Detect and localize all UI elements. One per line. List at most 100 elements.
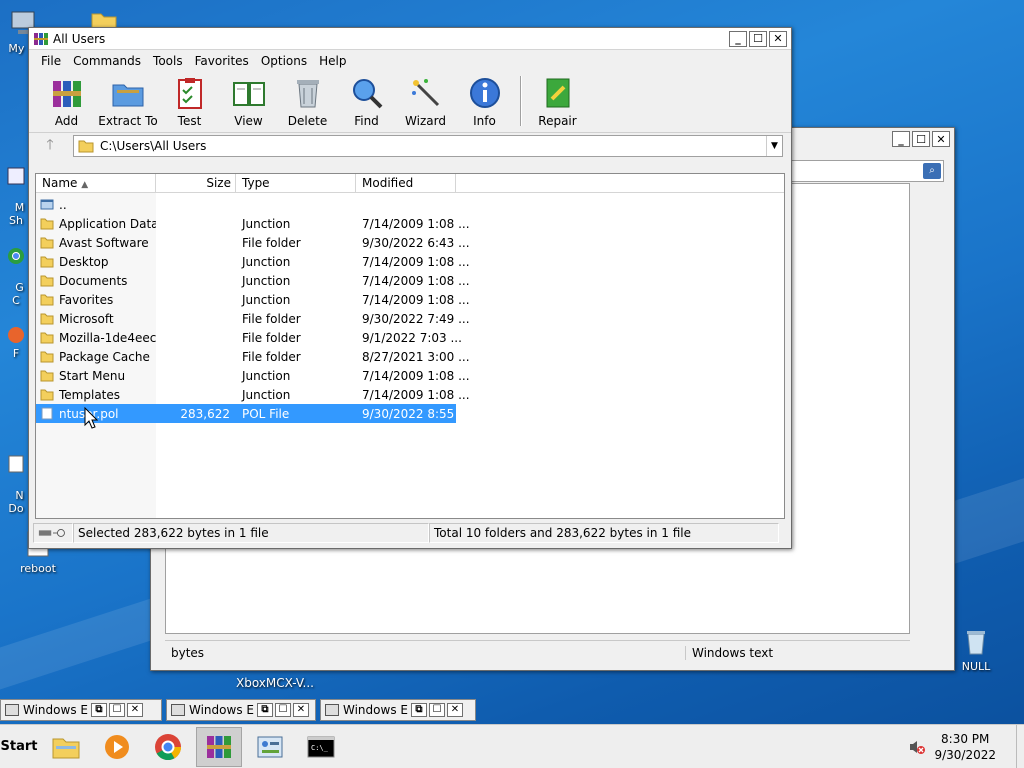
winrar-icon (34, 32, 48, 45)
restore-button[interactable]: ⧉ (257, 703, 273, 717)
menu-commands[interactable]: Commands (67, 54, 147, 68)
menu-favorites[interactable]: Favorites (189, 54, 255, 68)
toolbar-separator (520, 76, 522, 126)
desktop-icon-firefox[interactable]: F (4, 325, 28, 360)
file-list-row[interactable]: Start Menu Junction 7/14/2009 1:08 ... (36, 366, 470, 385)
desktop-icon-label: reboot (20, 562, 56, 575)
add-button[interactable]: Add (37, 75, 96, 128)
info-button[interactable]: Info (455, 75, 514, 128)
taskbar-chrome[interactable] (145, 727, 191, 767)
file-list-row[interactable]: Desktop Junction 7/14/2009 1:08 ... (36, 252, 470, 271)
row-modified: 8/27/2021 3:00 ... (362, 349, 470, 364)
chevron-down-icon[interactable]: ▼ (766, 135, 782, 156)
toolbar: Add Extract To Test View Delete Find Wiz… (29, 72, 791, 132)
trash-icon (296, 80, 319, 108)
menu-tools[interactable]: Tools (147, 54, 189, 68)
file-list-row[interactable]: Mozilla-1de4eec... File folder 9/1/2022 7:… (36, 328, 462, 347)
close-button[interactable]: ✕ (932, 131, 950, 147)
folder-icon (40, 256, 54, 268)
volume-muted-icon[interactable] (908, 738, 926, 756)
file-list-row[interactable]: Microsoft File folder 9/30/2022 7:49 ... (36, 309, 470, 328)
test-button[interactable]: Test (160, 75, 219, 128)
extract-to-label: Extract To (98, 114, 158, 128)
winrar-titlebar[interactable]: All Users _ ☐ ✕ (29, 28, 791, 50)
file-list-rows: .. Application Data Junction 7/14/2009 1:08… (36, 193, 784, 423)
file-list-row[interactable]: Favorites Junction 7/14/2009 1:08 ... (36, 290, 470, 309)
maximize-button[interactable]: ☐ (912, 131, 930, 147)
row-name: Application Data (59, 216, 156, 231)
delete-label: Delete (287, 114, 328, 128)
search-icon[interactable]: ⌕ (923, 163, 941, 179)
restore-button[interactable]: ⧉ (411, 703, 427, 717)
repair-button[interactable]: Repair (528, 75, 587, 128)
row-name: Desktop (59, 254, 109, 269)
extract-folder-icon (112, 84, 144, 107)
taskbar-command-prompt[interactable]: C:\_ (298, 727, 344, 767)
row-type: File folder (242, 311, 301, 326)
file-list-row[interactable]: Avast Software File folder 9/30/2022 6:43 … (36, 233, 470, 252)
wizard-button[interactable]: Wizard (396, 75, 455, 128)
row-type: Junction (242, 368, 291, 383)
delete-button[interactable]: Delete (278, 75, 337, 128)
column-header-name[interactable]: Name ▲ (36, 174, 156, 192)
menu-file[interactable]: File (35, 54, 67, 68)
menu-help[interactable]: Help (313, 54, 352, 68)
column-header-modified[interactable]: Modified (356, 174, 456, 192)
command-prompt-icon: C:\_ (307, 736, 335, 757)
file-list-row[interactable]: Package Cache File folder 8/27/2021 3:00 .… (36, 347, 470, 366)
row-modified: 7/14/2009 1:08 ... (362, 216, 470, 231)
close-button[interactable]: ✕ (293, 703, 309, 717)
taskbar-file-explorer[interactable] (43, 727, 89, 767)
desktop-icon-chrome[interactable]: G C (4, 220, 28, 307)
magnifier-icon (352, 79, 382, 109)
close-button[interactable]: ✕ (127, 703, 143, 717)
file-list-row[interactable]: Templates Junction 7/14/2009 1:08 ... (36, 385, 470, 404)
file-list-row[interactable]: Application Data Junction 7/14/2009 1:08 .… (36, 214, 470, 233)
taskbar-control-panel[interactable] (247, 727, 293, 767)
winrar-window[interactable]: All Users _ ☐ ✕ File Commands Tools Favo… (28, 27, 792, 549)
close-button[interactable]: ✕ (447, 703, 463, 717)
taskbar-winrar[interactable] (196, 726, 242, 767)
test-label: Test (177, 114, 202, 128)
row-name-cell: Application Data (36, 217, 156, 231)
show-desktop-button[interactable] (1016, 725, 1024, 768)
file-list-row[interactable]: .. (36, 195, 456, 214)
path-combobox[interactable]: C:\Users\All Users ▼ (73, 134, 783, 157)
find-button[interactable]: Find (337, 75, 396, 128)
desktop-icon-notepad[interactable]: N Do (4, 428, 28, 515)
close-button[interactable]: ✕ (769, 30, 787, 47)
minimized-window[interactable]: Windows E... ⧉ ☐ ✕ (0, 699, 162, 721)
row-name: Mozilla-1de4eec... (59, 330, 156, 345)
desktop-icon-recycle-bin[interactable]: NULL (950, 626, 1002, 673)
column-header-size[interactable]: Size (156, 174, 236, 192)
minimize-button[interactable]: _ (729, 30, 747, 47)
maximize-button[interactable]: ☐ (109, 703, 125, 717)
minimized-window[interactable]: Windows E... ⧉ ☐ ✕ (166, 699, 316, 721)
up-one-level-button[interactable]: 🡑 (37, 135, 63, 157)
view-button[interactable]: View (219, 75, 278, 128)
maximize-button[interactable]: ☐ (275, 703, 291, 717)
folder-icon (40, 370, 54, 382)
folder-icon (40, 275, 54, 287)
menu-options[interactable]: Options (255, 54, 313, 68)
file-list-row[interactable]: Documents Junction 7/14/2009 1:08 ... (36, 271, 470, 290)
row-name-cell: Microsoft (36, 312, 156, 326)
media-player-icon (105, 734, 129, 759)
column-header-type[interactable]: Type (236, 174, 356, 192)
taskbar-media-player[interactable] (94, 727, 140, 767)
desktop-icon-shortcut[interactable]: M Sh (4, 140, 28, 227)
extract-to-button[interactable]: Extract To (96, 75, 160, 128)
column-name-label: Name (42, 176, 78, 190)
info-label: Info (473, 114, 496, 128)
start-button[interactable]: Start (0, 727, 38, 767)
maximize-button[interactable]: ☐ (429, 703, 445, 717)
mouse-cursor-icon (84, 407, 98, 429)
maximize-button[interactable]: ☐ (749, 30, 767, 47)
file-list[interactable]: Name ▲ Size Type Modified .. Application … (35, 173, 785, 519)
file-list-row[interactable]: ntuser.pol283,622POL File9/30/2022 8:55 … (36, 404, 470, 423)
row-name: Avast Software (59, 235, 149, 250)
minimized-window[interactable]: Windows E... ⧉ ☐ ✕ (320, 699, 476, 721)
clock[interactable]: 8:30 PM 9/30/2022 (934, 731, 996, 763)
restore-button[interactable]: ⧉ (91, 703, 107, 717)
minimize-button[interactable]: _ (892, 131, 910, 147)
